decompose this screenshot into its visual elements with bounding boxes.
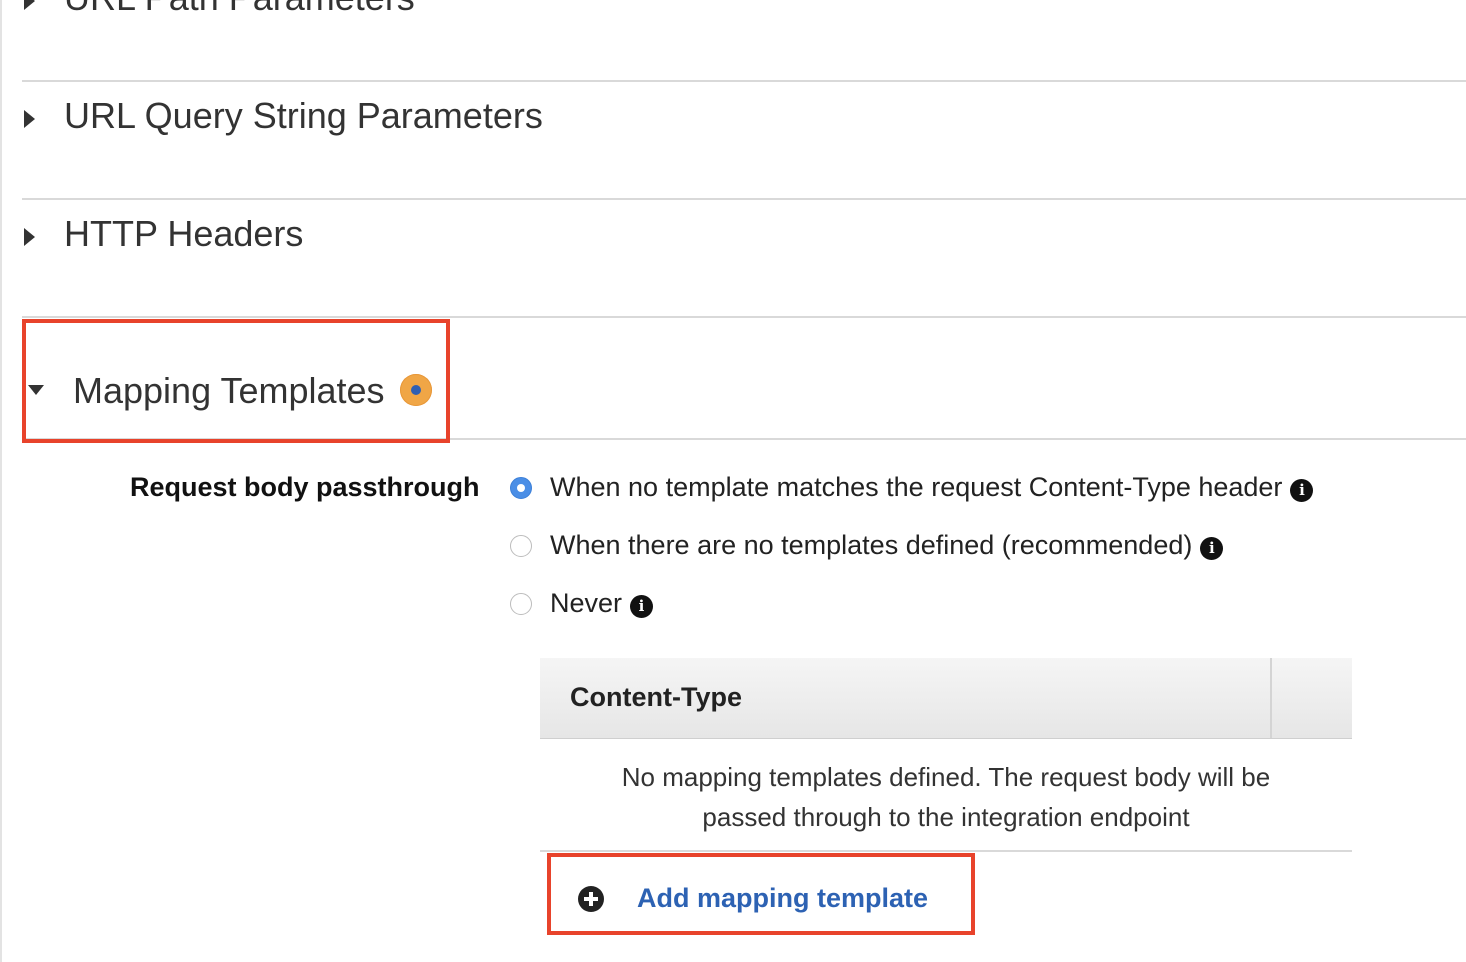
radio-label[interactable]: When no template matches the request Con… — [550, 472, 1314, 503]
caret-right-icon[interactable] — [24, 0, 35, 10]
highlight-box-mapping-templates — [22, 319, 450, 443]
section-title[interactable]: HTTP Headers — [64, 213, 303, 255]
caret-right-icon[interactable] — [24, 228, 35, 246]
radio-label[interactable]: Never i — [550, 588, 654, 619]
table-header: Content-Type — [540, 658, 1352, 739]
column-header-content-type[interactable]: Content-Type — [570, 682, 742, 713]
empty-message-line: passed through to the integration endpoi… — [702, 802, 1190, 832]
radio-button-selected[interactable] — [510, 477, 532, 499]
empty-message-line: No mapping templates defined. The reques… — [621, 762, 1271, 792]
info-icon[interactable]: i — [1200, 537, 1224, 560]
left-border — [0, 0, 2, 962]
column-separator — [1270, 658, 1272, 738]
section-url-query-string-parameters[interactable]: URL Query String Parameters — [22, 83, 1466, 200]
radio-button[interactable] — [510, 593, 532, 615]
mapping-templates-table: Content-Type No mapping templates define… — [540, 658, 1352, 852]
table-empty-message: No mapping templates defined. The reques… — [540, 739, 1352, 852]
highlight-box-add-mapping-template — [547, 853, 975, 935]
section-url-path-parameters[interactable]: URL Path Parameters — [22, 0, 1466, 82]
info-icon[interactable]: i — [630, 595, 654, 618]
info-icon[interactable]: i — [1290, 479, 1314, 502]
caret-right-icon[interactable] — [24, 110, 35, 128]
radio-button[interactable] — [510, 535, 532, 557]
section-title[interactable]: URL Path Parameters — [64, 0, 415, 19]
passthrough-label: Request body passthrough — [130, 472, 480, 502]
section-title[interactable]: URL Query String Parameters — [64, 95, 543, 137]
section-http-headers[interactable]: HTTP Headers — [22, 201, 1466, 318]
radio-label[interactable]: When there are no templates defined (rec… — [550, 530, 1224, 561]
